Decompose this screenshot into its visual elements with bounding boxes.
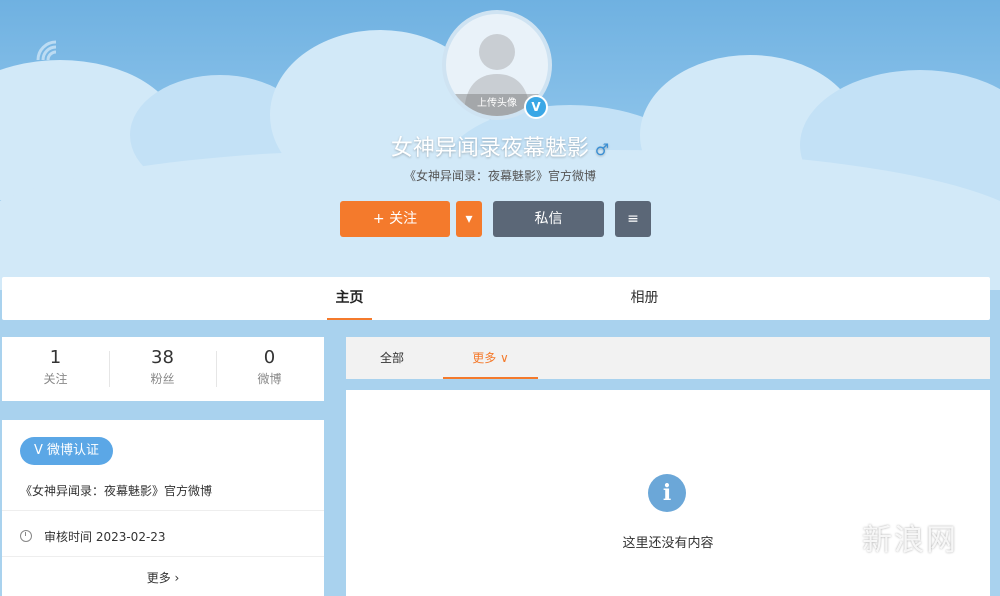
review-time-row: 审核时间 2023-02-23 [20,528,166,545]
profile-description: 《女神异闻录：夜幕魅影》官方微博 [403,169,596,183]
divider [2,556,324,557]
feed-panel: i 这里还没有内容 [346,390,990,596]
follow-button[interactable]: + 关注 [340,201,450,237]
stats-panel: 1 关注 38 粉丝 0 微博 [2,337,324,401]
feed-tab-all[interactable]: 全部 [380,337,404,379]
follow-dropdown-button[interactable]: ▾ [456,201,482,237]
tab-home[interactable]: 主页 [327,277,372,320]
verified-badge-icon: V [524,95,548,119]
stat-label: 微博 [257,372,282,386]
feed-tab-more[interactable]: 更多 ∨ [443,337,538,379]
stat-number: 1 [49,347,62,368]
profile-tabs: 主页 相册 [2,277,990,320]
stat-number: 38 [151,347,174,368]
signal-icon [36,40,57,61]
site-watermark: 新浪网 [862,523,958,558]
review-time: 审核时间 2023-02-23 [44,530,166,544]
gender-male-icon: ♂ [594,140,610,159]
stat-following[interactable]: 1 关注 [2,347,109,387]
divider [2,510,324,511]
clock-icon [20,530,32,542]
stat-label: 关注 [43,372,68,386]
stat-label: 粉丝 [150,372,175,386]
profile-name-row: 女神异闻录夜幕魅影 ♂ [0,130,1000,162]
stat-number: 0 [263,347,276,368]
chevron-down-icon: ▾ [465,211,473,227]
stat-posts[interactable]: 0 微博 [216,347,323,387]
more-link[interactable]: 更多 › [2,569,324,586]
certification-description: 《女神异闻录：夜幕魅影》官方微博 [20,484,213,498]
stat-followers[interactable]: 38 粉丝 [109,347,216,387]
tab-album[interactable]: 相册 [622,277,667,320]
menu-icon: ≡ [627,211,639,227]
certification-card: V 微博认证 《女神异闻录：夜幕魅影》官方微博 审核时间 2023-02-23 … [2,420,324,596]
info-icon: i [648,474,686,512]
more-menu-button[interactable]: ≡ [615,201,651,237]
message-button[interactable]: 私信 [493,201,604,237]
certification-badge: V 微博认证 [20,437,113,465]
feed-tabs: 全部 更多 ∨ [346,337,990,379]
profile-name: 女神异闻录夜幕魅影 [390,136,589,161]
